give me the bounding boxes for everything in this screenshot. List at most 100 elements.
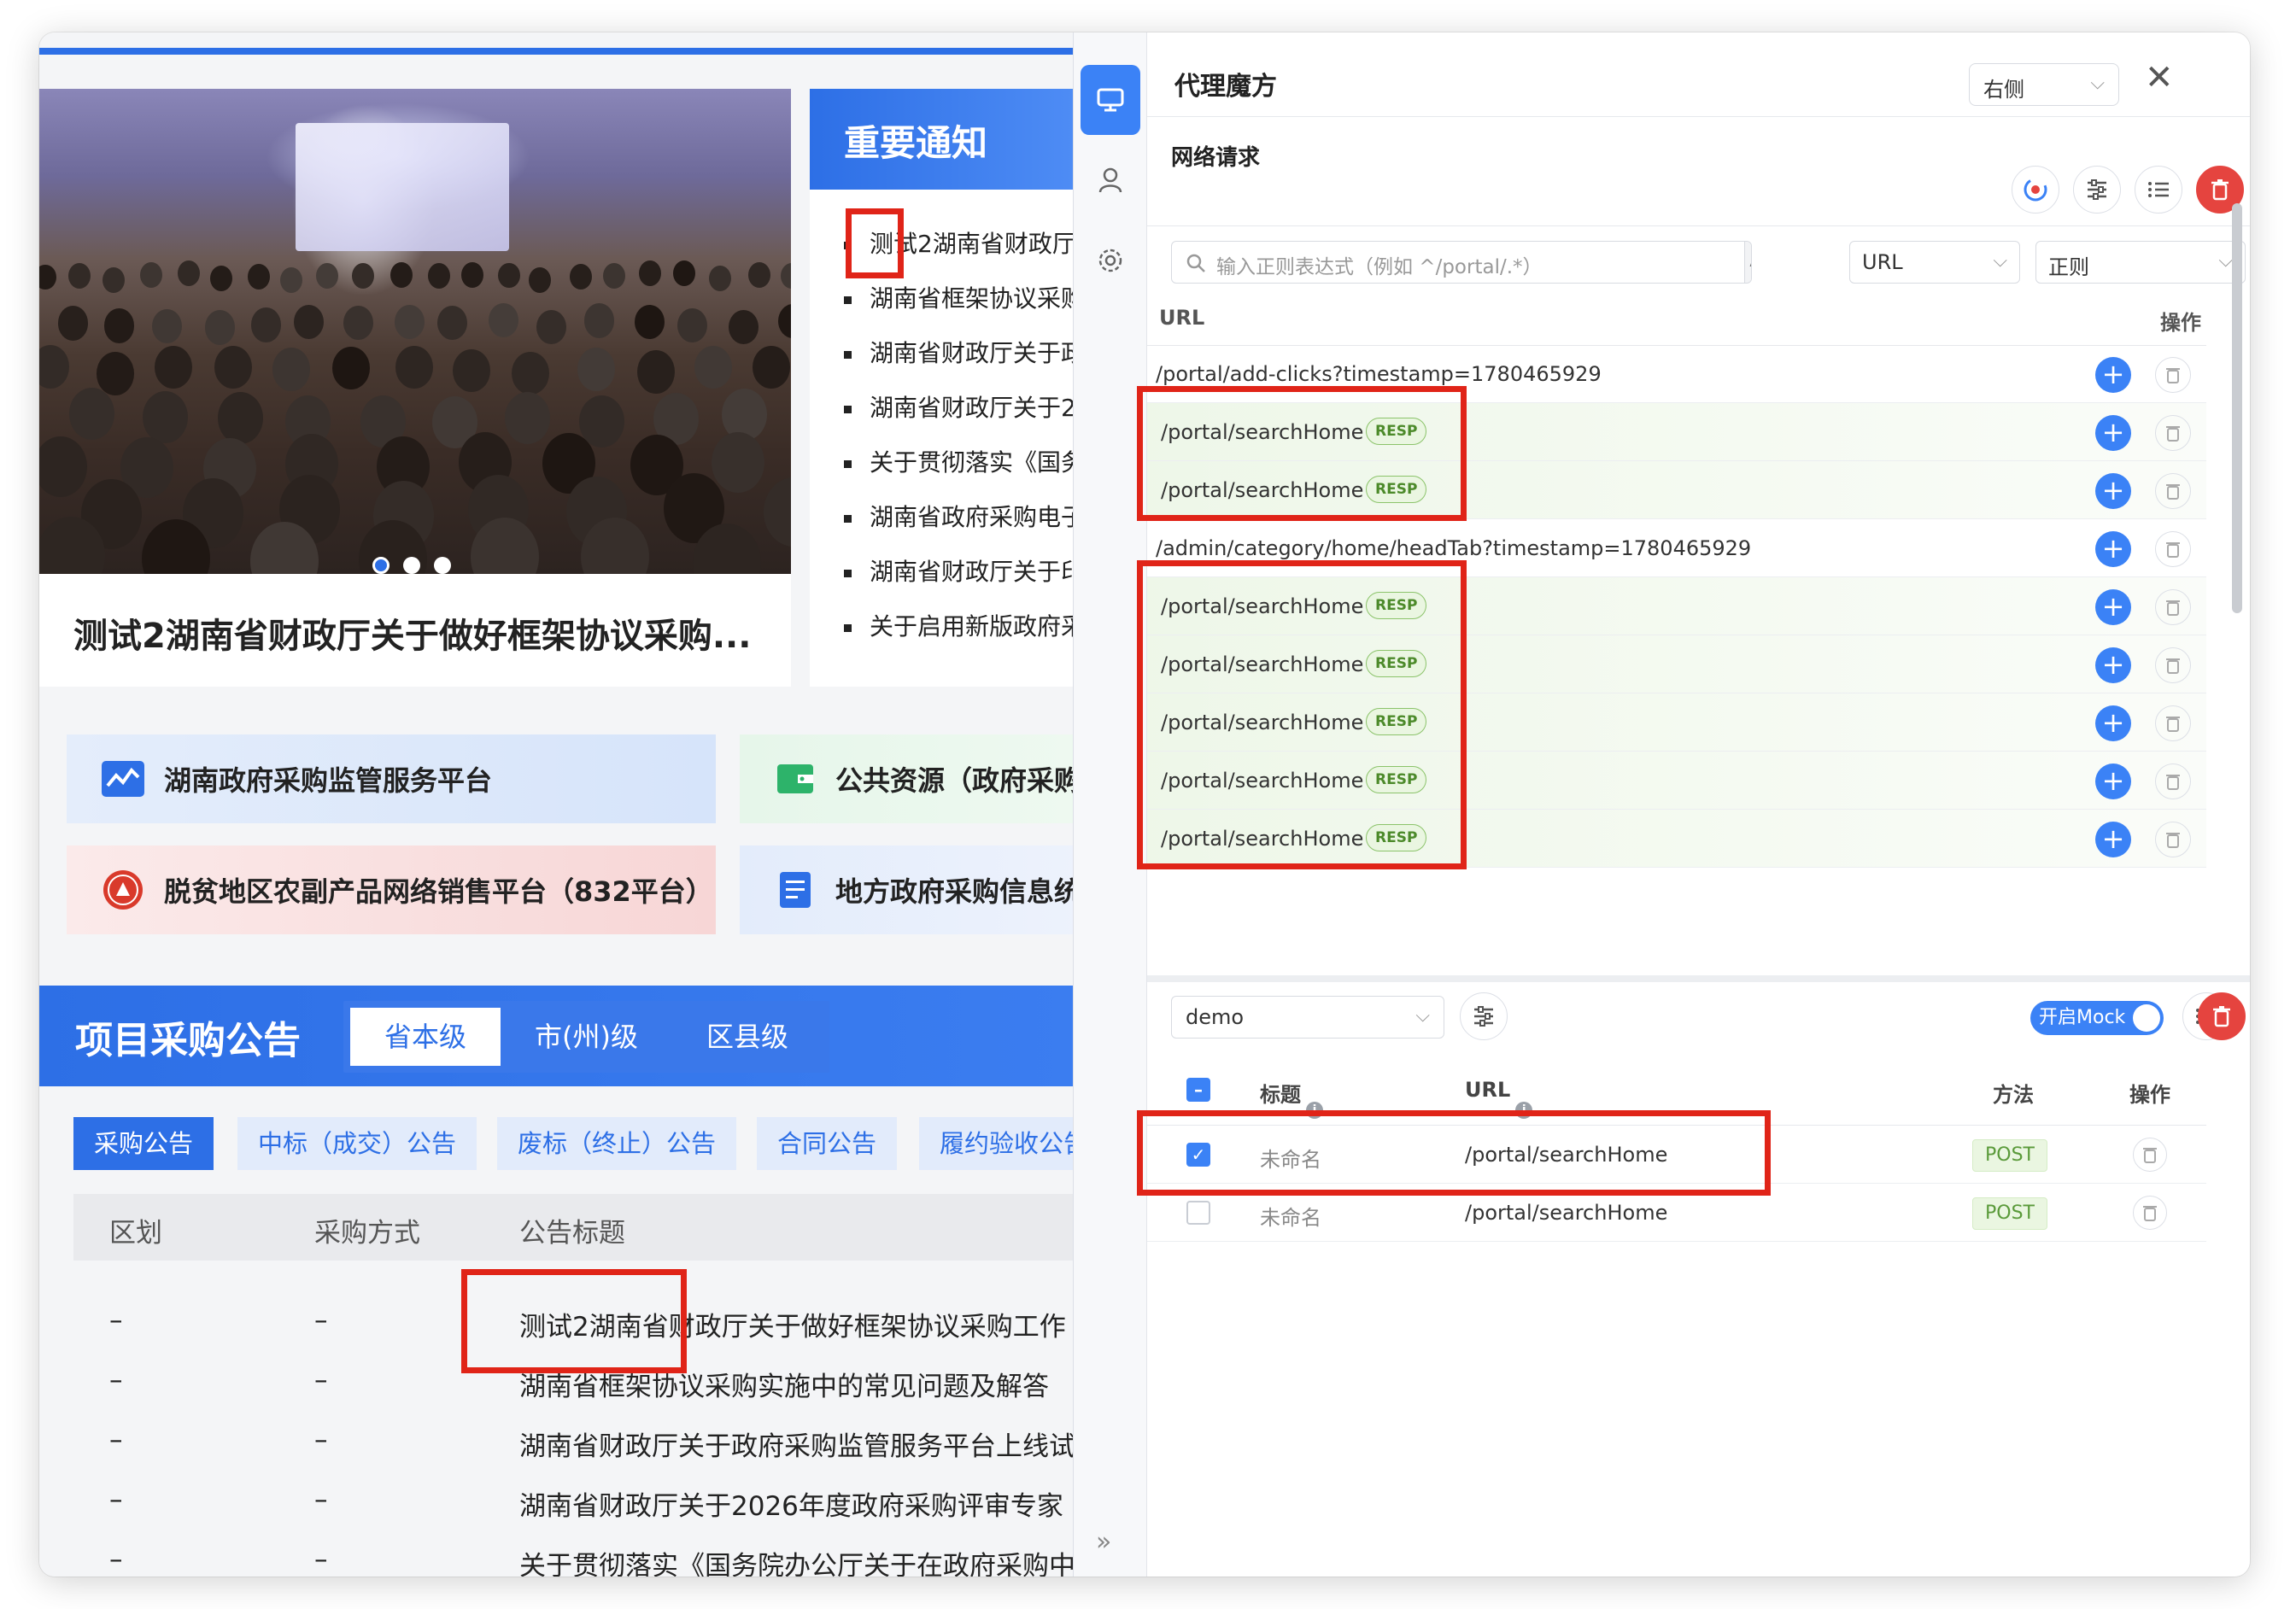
col-method: 采购方式: [314, 1218, 420, 1249]
request-url[interactable]: /portal/add-clicks?timestamp=1780465929: [1156, 362, 1602, 386]
trash-icon[interactable]: [2133, 1196, 2167, 1230]
cell-title-link[interactable]: 湖南省财政厅关于政府采购监管服务平台上线试: [519, 1425, 1073, 1463]
cell-region: –: [109, 1365, 123, 1395]
audience-head: [332, 346, 371, 390]
notice-item[interactable]: 关于启用新版政府采: [844, 600, 1073, 654]
audience-head: [677, 308, 708, 343]
trash-icon[interactable]: [2155, 822, 2191, 857]
platform-label: 公共资源（政府采购: [835, 764, 1073, 797]
audience-head: [279, 267, 302, 294]
close-icon[interactable]: ✕: [2145, 58, 2174, 97]
add-mock-icon[interactable]: +: [2095, 415, 2131, 451]
user-icon[interactable]: [1081, 145, 1140, 215]
add-mock-icon[interactable]: +: [2095, 647, 2131, 683]
position-select[interactable]: 右侧 ⌵: [1969, 63, 2119, 106]
audience-head: [248, 263, 271, 290]
mock-enable-toggle[interactable]: 开启Mock: [2030, 1001, 2164, 1035]
mock-group-select[interactable]: demo ⌵: [1171, 996, 1444, 1039]
col-region: 区划: [109, 1218, 162, 1249]
projection-screen: [296, 123, 509, 251]
audience-head: [351, 263, 374, 290]
rule-title[interactable]: 未命名: [1260, 1201, 1321, 1231]
table-row[interactable]: – – 湖南省财政厅关于政府采购监管服务平台上线试: [73, 1411, 1073, 1471]
audience-head: [204, 310, 235, 345]
list-icon[interactable]: [2135, 166, 2182, 214]
resize-divider[interactable]: [1147, 975, 2250, 982]
trash-icon[interactable]: [2155, 531, 2191, 567]
audience-head: [639, 260, 662, 287]
gear-icon[interactable]: [1081, 225, 1140, 295]
monitor-icon[interactable]: [1081, 65, 1140, 135]
notice-item[interactable]: 湖南省政府采购电子: [844, 490, 1073, 545]
audience-head: [250, 307, 281, 342]
regex-filter-input[interactable]: 输入正则表达式（例如 ^/portal/.*） Aa: [1171, 241, 1752, 284]
col-mock-title: 标题 i: [1260, 1078, 1323, 1119]
filter-placeholder: 输入正则表达式（例如 ^/portal/.*）: [1216, 256, 1543, 278]
select-all-checkbox[interactable]: –: [1186, 1078, 1210, 1102]
highlight-box-row: [461, 1269, 687, 1373]
expand-chevrons-icon[interactable]: »: [1096, 1527, 1111, 1557]
field-select[interactable]: URL ⌵: [1849, 241, 2020, 284]
notice-item[interactable]: 关于贯彻落实《国务: [844, 436, 1073, 490]
trash-icon[interactable]: [2155, 415, 2191, 451]
scrollbar[interactable]: [2232, 203, 2242, 613]
trash-icon[interactable]: [2155, 705, 2191, 741]
platform-link-public-resource[interactable]: 公共资源（政府采购: [740, 734, 1073, 823]
trash-icon[interactable]: [2155, 589, 2191, 625]
tab-provincial[interactable]: 省本级: [350, 1008, 501, 1066]
notice-item[interactable]: 湖南省财政厅关于政: [844, 326, 1073, 381]
audience-head: [103, 308, 134, 343]
mock-settings-icon[interactable]: [1460, 992, 1508, 1040]
trash-icon[interactable]: [2155, 473, 2191, 509]
mock-delete-all-icon[interactable]: [2198, 992, 2246, 1040]
tab-procurement-notice[interactable]: 采购公告: [73, 1117, 214, 1170]
chevron-down-icon: ⌵: [1415, 1005, 1430, 1027]
carousel-dot-3[interactable]: [434, 557, 451, 574]
add-mock-icon[interactable]: +: [2095, 531, 2131, 567]
panel-main: 代理魔方 右侧 ⌵ ✕ 网络请求 输入正则表达式（例如 ^/portal/.*）…: [1137, 32, 2250, 1577]
notice-item[interactable]: 湖南省框架协议采购: [844, 272, 1073, 326]
carousel-dot-1[interactable]: [372, 557, 390, 574]
notice-list: 测试2湖南省财政厅 湖南省框架协议采购 湖南省财政厅关于政 湖南省财政厅关于2 …: [844, 217, 1073, 654]
record-icon[interactable]: [2012, 166, 2059, 214]
col-mock-title-text: 标题: [1260, 1083, 1301, 1107]
cell-region: –: [109, 1484, 123, 1515]
request-url[interactable]: /admin/category/home/headTab?timestamp=1…: [1156, 536, 1751, 560]
trash-icon[interactable]: [2155, 764, 2191, 799]
table-row[interactable]: – – 湖南省财政厅关于2026年度政府采购评审专家: [73, 1471, 1073, 1530]
rule-checkbox[interactable]: [1186, 1201, 1210, 1225]
banner-caption[interactable]: 测试2湖南省财政厅关于做好框架协议采购...: [39, 574, 791, 687]
tab-contract-notice[interactable]: 合同公告: [757, 1117, 898, 1170]
col-mock-url: URL i: [1465, 1078, 1533, 1119]
add-mock-icon[interactable]: +: [2095, 473, 2131, 509]
banner-carousel-image[interactable]: [39, 89, 791, 574]
tab-city[interactable]: 市(州)级: [501, 1008, 672, 1066]
add-mock-icon[interactable]: +: [2095, 822, 2131, 857]
add-mock-icon[interactable]: +: [2095, 589, 2131, 625]
platform-link-supervision[interactable]: 湖南政府采购监管服务平台: [67, 734, 716, 823]
notice-item[interactable]: 湖南省财政厅关于2: [844, 381, 1073, 436]
audience-head: [140, 261, 163, 288]
mode-select[interactable]: 正则 ⌵: [2035, 241, 2246, 284]
platform-link-832[interactable]: 脱贫地区农副产品网络销售平台（832平台）: [67, 845, 716, 934]
add-mock-icon[interactable]: +: [2095, 357, 2131, 393]
add-mock-icon[interactable]: +: [2095, 764, 2131, 799]
notice-item[interactable]: 湖南省财政厅关于印: [844, 545, 1073, 600]
trash-icon[interactable]: [2155, 647, 2191, 683]
rule-url[interactable]: /portal/searchHome: [1465, 1201, 1667, 1225]
tab-acceptance-notice[interactable]: 履约验收公告: [919, 1117, 1073, 1170]
trash-icon[interactable]: [2155, 357, 2191, 393]
tab-county[interactable]: 区县级: [672, 1008, 823, 1066]
cell-title-link[interactable]: 关于贯彻落实《国务院办公厅关于在政府采购中: [519, 1544, 1073, 1577]
trash-icon[interactable]: [2133, 1138, 2167, 1172]
filter-settings-icon[interactable]: [2073, 166, 2121, 214]
carousel-dot-2[interactable]: [403, 557, 420, 574]
cell-title-link[interactable]: 湖南省财政厅关于2026年度政府采购评审专家: [519, 1484, 1063, 1523]
tab-termination-notice[interactable]: 废标（终止）公告: [497, 1117, 737, 1170]
audience-head: [68, 388, 114, 441]
tab-award-notice[interactable]: 中标（成交）公告: [237, 1117, 477, 1170]
platform-link-local-info[interactable]: 地方政府采购信息统: [740, 845, 1073, 934]
add-mock-icon[interactable]: +: [2095, 705, 2131, 741]
case-sensitive-toggle[interactable]: Aa: [1744, 242, 1751, 283]
table-row[interactable]: – – 关于贯彻落实《国务院办公厅关于在政府采购中: [73, 1530, 1073, 1577]
